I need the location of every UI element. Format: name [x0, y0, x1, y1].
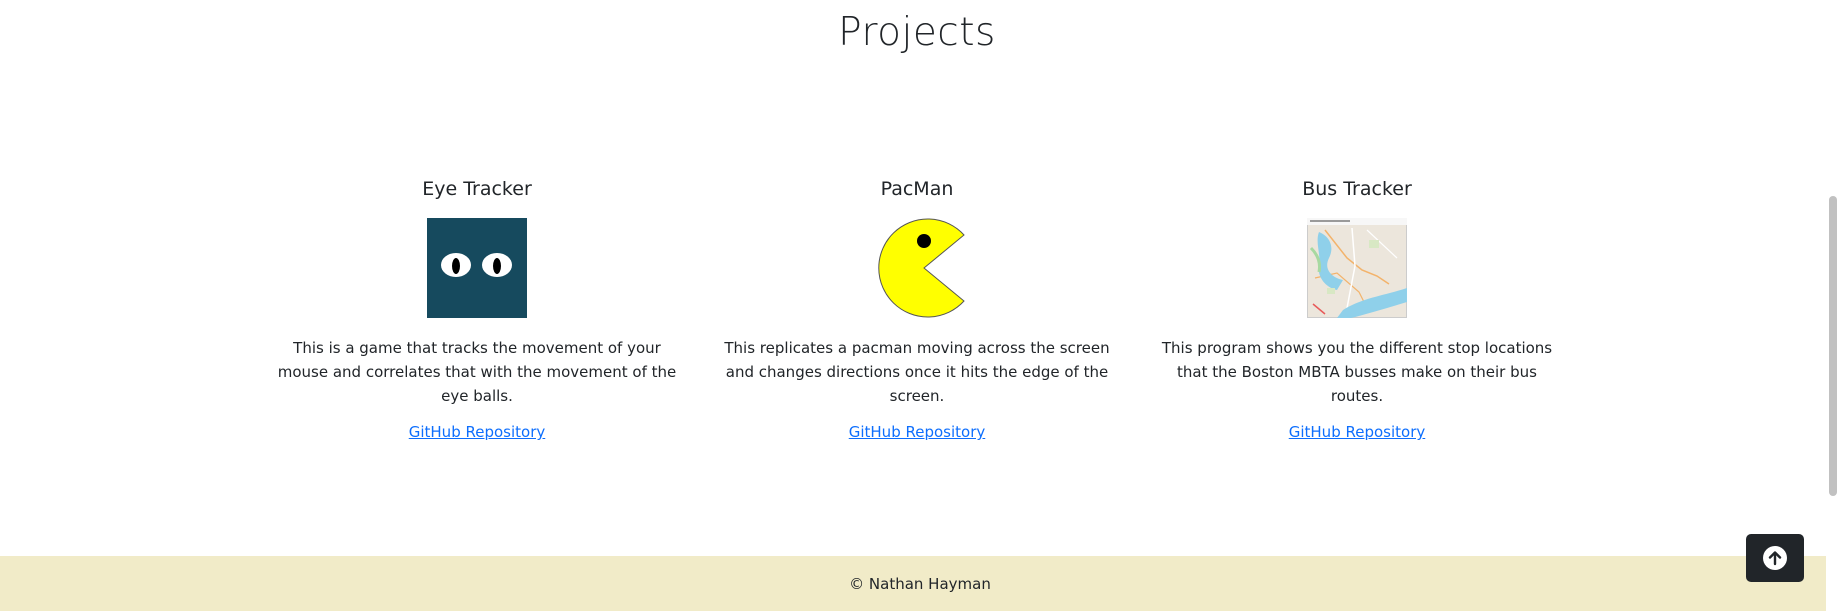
github-repository-link[interactable]: GitHub Repository	[849, 423, 986, 441]
page: Projects Eye Tracker This is a game that…	[0, 0, 1840, 611]
footer-copyright: © Nathan Hayman	[849, 575, 991, 593]
project-card-bus-tracker: Bus Tracker This program shows you the d…	[1152, 175, 1562, 441]
arrow-up-circle-icon	[1763, 546, 1787, 570]
project-title: Eye Tracker	[422, 178, 532, 200]
project-card-eye-tracker: Eye Tracker This is a game that tracks t…	[272, 175, 682, 441]
project-description: This is a game that tracks the movement …	[277, 339, 677, 405]
pacman-icon	[878, 218, 965, 318]
github-repository-link[interactable]: GitHub Repository	[1289, 423, 1426, 441]
scrollbar-thumb[interactable]	[1829, 196, 1837, 496]
project-title: PacMan	[880, 178, 954, 200]
scrollbar-track[interactable]	[1826, 0, 1840, 611]
section-title: Projects	[838, 10, 996, 55]
project-title: Bus Tracker	[1302, 178, 1412, 200]
map-icon	[1307, 218, 1407, 318]
project-card-pacman: PacMan This replicates a pacman moving a…	[712, 175, 1122, 441]
footer: © Nathan Hayman	[0, 556, 1840, 611]
eyes-icon	[427, 218, 527, 318]
github-repository-link[interactable]: GitHub Repository	[409, 423, 546, 441]
project-description: This program shows you the different sto…	[1161, 339, 1553, 405]
back-to-top-button[interactable]	[1746, 534, 1804, 582]
project-description: This replicates a pacman moving across t…	[724, 339, 1110, 405]
